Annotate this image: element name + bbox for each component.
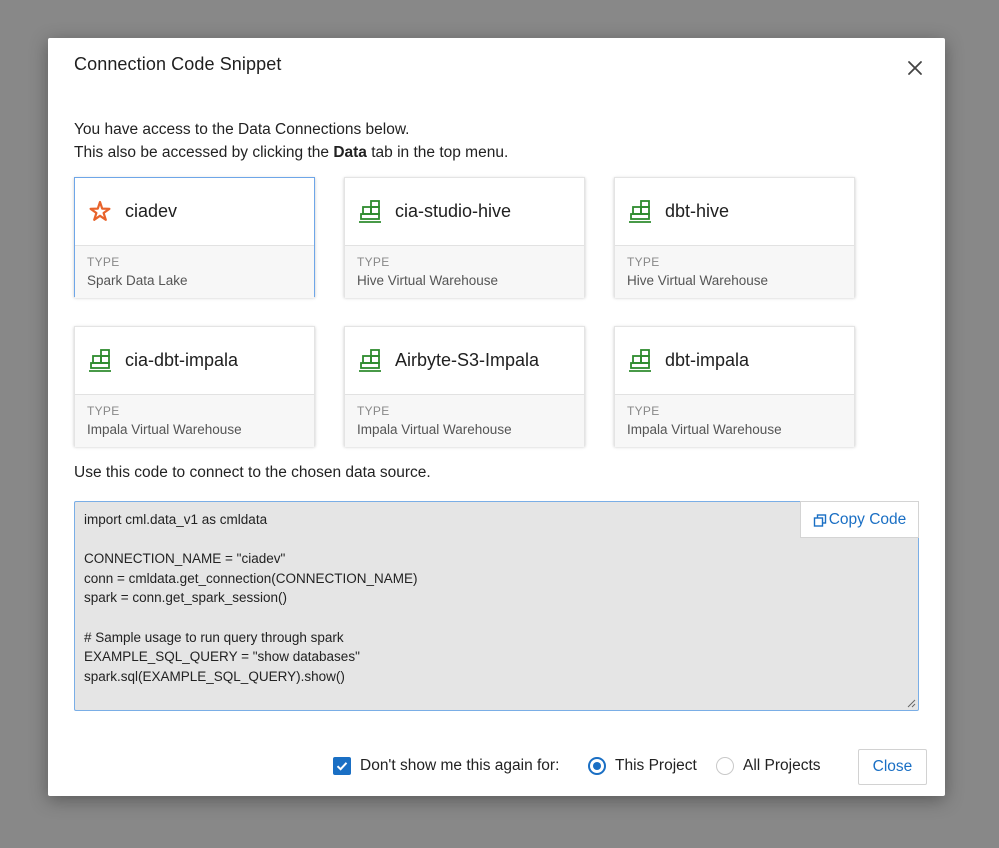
warehouse-icon [627,199,653,225]
copy-code-label: Copy Code [828,510,907,528]
connection-snippet-modal: Connection Code Snippet You have access … [48,38,945,796]
type-label: TYPE [87,255,120,269]
intro-line-2-end: tab in the top menu. [366,144,509,161]
code-snippet-text[interactable]: import cml.data_v1 as cmldata CONNECTION… [75,502,918,694]
connection-card-ciadev[interactable]: ciadev TYPE Spark Data Lake [74,177,315,298]
warehouse-icon [87,348,113,374]
connection-cards: ciadev TYPE Spark Data Lake cia-studio-h… [74,177,855,447]
radio-this-project-label[interactable]: This Project [615,757,697,775]
connection-name: ciadev [125,201,178,221]
warehouse-icon [357,199,383,225]
copy-code-button[interactable]: Copy Code [800,501,919,538]
connection-card-dbt-hive[interactable]: dbt-hive TYPE Hive Virtual Warehouse [614,177,855,298]
connection-name: dbt-impala [665,350,750,370]
warehouse-icon [627,348,653,374]
radio-all-projects[interactable] [716,757,734,775]
resize-grip-icon[interactable] [906,698,916,708]
type-label: TYPE [357,255,390,269]
connection-type: Impala Virtual Warehouse [357,422,512,437]
card-header: cia-studio-hive [345,178,584,246]
code-snippet-textarea[interactable]: import cml.data_v1 as cmldata CONNECTION… [74,501,919,711]
type-label: TYPE [87,404,120,418]
connection-card-cia-studio-hive[interactable]: cia-studio-hive TYPE Hive Virtual Wareho… [344,177,585,298]
intro-line-2: This also be accessed by clicking the Da… [74,141,508,164]
connection-type: Impala Virtual Warehouse [87,422,242,437]
card-footer: TYPE Hive Virtual Warehouse [345,246,584,298]
connection-type: Spark Data Lake [87,273,188,288]
card-footer: TYPE Impala Virtual Warehouse [345,395,584,447]
checkmark-icon [336,762,348,771]
connection-name: dbt-hive [665,201,730,221]
type-label: TYPE [627,255,660,269]
type-label: TYPE [357,404,390,418]
card-header: dbt-impala [615,327,854,395]
connection-type: Hive Virtual Warehouse [627,273,769,288]
card-footer: TYPE Impala Virtual Warehouse [75,395,314,447]
modal-title: Connection Code Snippet [74,54,282,74]
radio-all-projects-label[interactable]: All Projects [743,757,821,775]
intro-text: You have access to the Data Connections … [74,118,508,164]
card-header: cia-dbt-impala [75,327,314,395]
connection-type: Hive Virtual Warehouse [357,273,499,288]
data-tab-reference: Data [333,144,367,161]
connection-card-cia-dbt-impala[interactable]: cia-dbt-impala TYPE Impala Virtual Wareh… [74,326,315,447]
connection-name: Airbyte-S3-Impala [395,350,540,370]
card-footer: TYPE Spark Data Lake [75,246,314,298]
intro-line-2-start: This also be accessed by clicking the [74,144,334,161]
radio-this-project[interactable] [588,757,606,775]
card-header: ciadev [75,178,314,246]
warehouse-icon [357,348,383,374]
card-header: Airbyte-S3-Impala [345,327,584,395]
modal-footer: Don't show me this again for: This Proje… [48,748,945,786]
card-footer: TYPE Impala Virtual Warehouse [615,395,854,447]
card-footer: TYPE Hive Virtual Warehouse [615,246,854,298]
dont-show-again-checkbox[interactable] [333,757,351,775]
connection-card-airbyte-s3-impala[interactable]: Airbyte-S3-Impala TYPE Impala Virtual Wa… [344,326,585,447]
card-header: dbt-hive [615,178,854,246]
dont-show-again-label: Don't show me this again for: [360,757,560,774]
use-code-instruction: Use this code to connect to the chosen d… [74,464,431,481]
connection-name: cia-dbt-impala [125,350,239,370]
intro-line-1: You have access to the Data Connections … [74,121,410,138]
copy-icon [813,513,826,527]
spark-icon [87,199,113,225]
connection-card-dbt-impala[interactable]: dbt-impala TYPE Impala Virtual Warehouse [614,326,855,447]
connection-name: cia-studio-hive [395,201,512,221]
connection-type: Impala Virtual Warehouse [627,422,782,437]
type-label: TYPE [627,404,660,418]
close-icon[interactable] [905,58,925,78]
close-button[interactable]: Close [858,749,927,785]
